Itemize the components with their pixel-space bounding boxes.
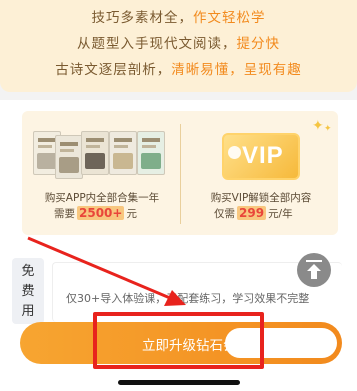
- free-trial-text: 仅30+导入体验课，无配套练习，学习效果不完整: [66, 292, 310, 305]
- sparkle-icon: ✦: [324, 124, 332, 134]
- annotation-highlight-box: [93, 312, 264, 369]
- sparkle-icon: ✦: [312, 118, 324, 134]
- scroll-to-top-button[interactable]: [297, 253, 331, 287]
- promo-line-2: 从题型入手现代文阅读，提分快: [77, 36, 280, 52]
- right-caption: 购买VIP解锁全部内容: [210, 192, 312, 204]
- home-indicator: [118, 380, 240, 385]
- comparison-divider: [180, 124, 181, 224]
- promo-line-1: 技巧多素材全，作文轻松学: [91, 10, 266, 26]
- left-price-line: 需要 2500+ 元: [54, 206, 137, 220]
- promo-line-3: 古诗文逐层剖析，清晰易懂，呈现有趣: [55, 62, 302, 78]
- crown-icon: [228, 146, 241, 159]
- left-caption: 购买APP内全部合集一年: [44, 192, 160, 204]
- book-collection-image: [31, 127, 171, 179]
- arrow-up-icon: [306, 260, 322, 279]
- right-price: 299: [237, 206, 267, 220]
- right-price-line: 仅需 299 元/年: [214, 206, 293, 220]
- promo-panel: 技巧多素材全，作文轻松学 从题型入手现代文阅读，提分快 古诗文逐层剖析，清晰易懂…: [0, 0, 357, 92]
- left-price: 2500+: [77, 206, 125, 220]
- vip-badge-icon: VIP: [222, 133, 300, 180]
- free-trial-tag: 免 费 用: [12, 258, 44, 324]
